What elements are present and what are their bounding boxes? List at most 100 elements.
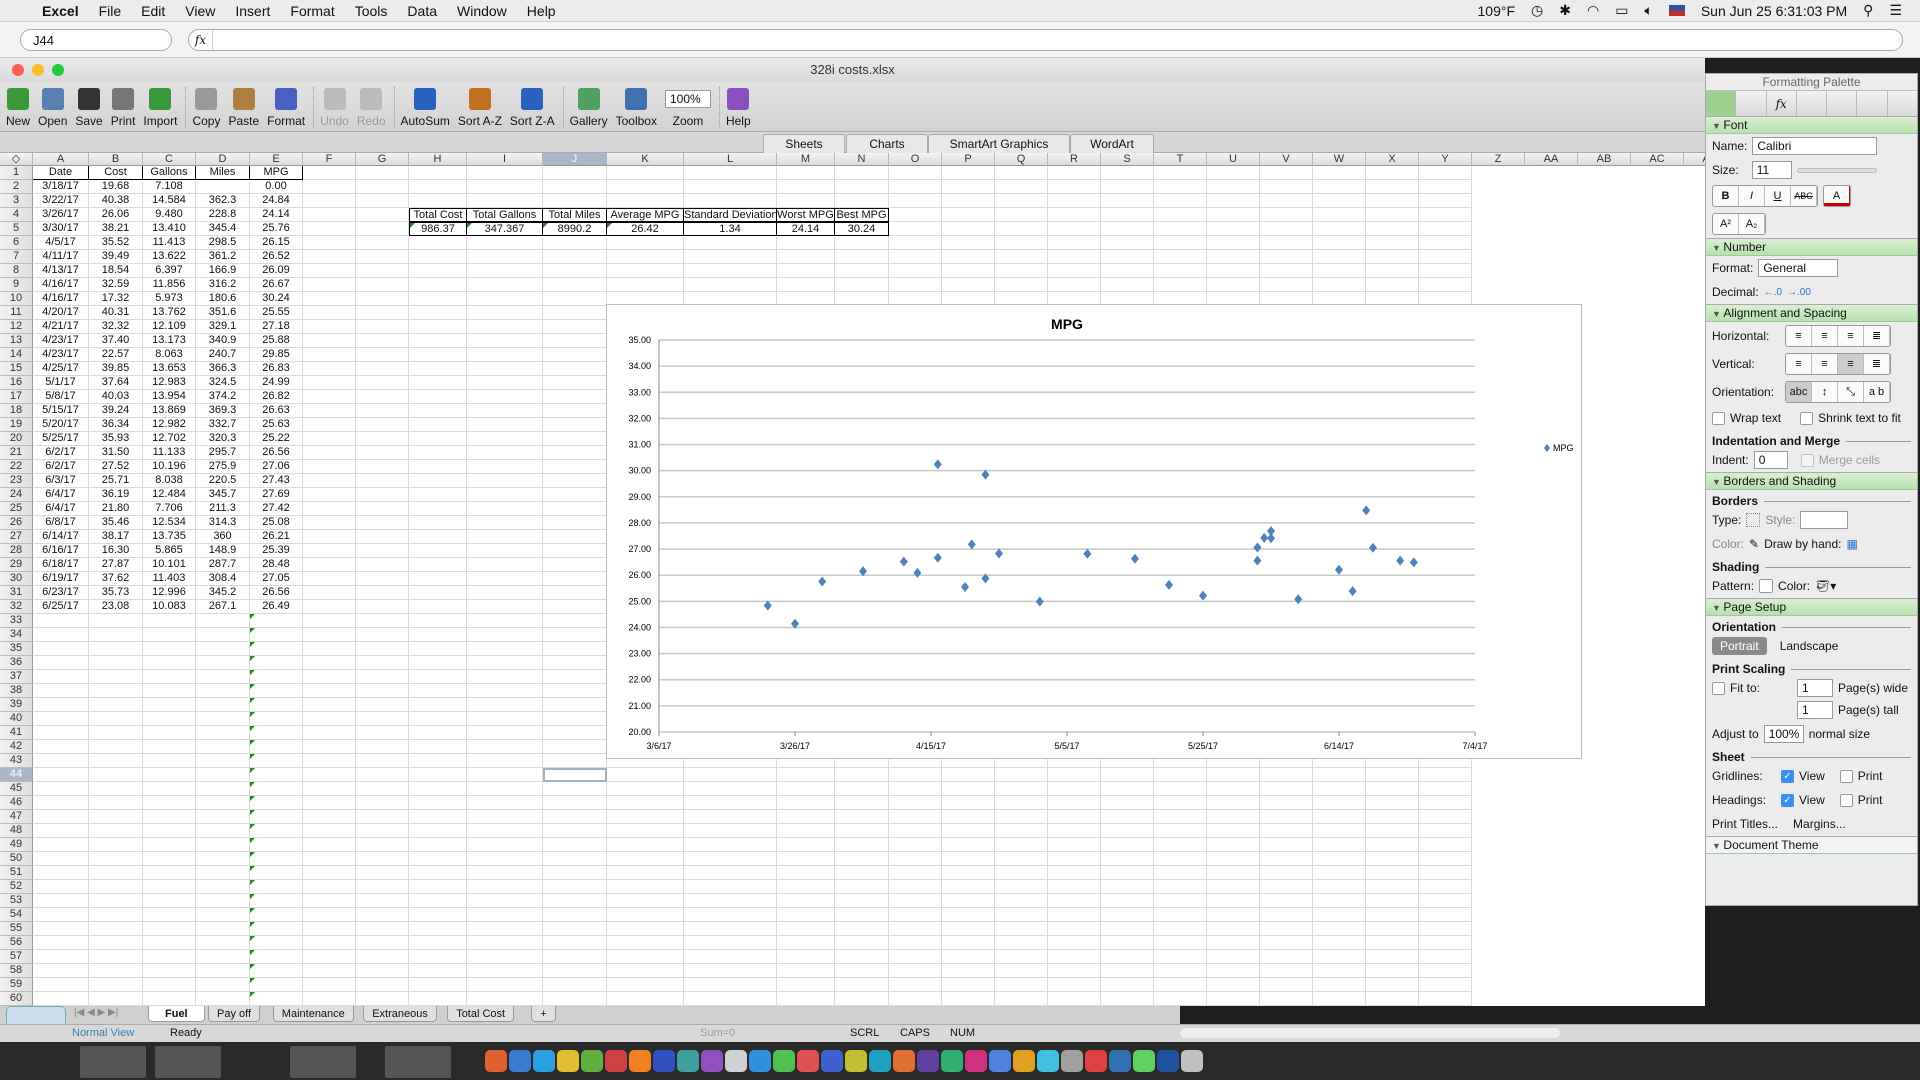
zoom-button[interactable]: 100% Zoom [664, 90, 711, 131]
print-titles-button[interactable]: Print Titles... [1712, 817, 1778, 831]
row-header[interactable]: 29 [0, 558, 33, 572]
open-button[interactable]: Open [38, 88, 67, 131]
cell[interactable] [250, 726, 303, 740]
cell[interactable] [303, 894, 356, 908]
cell[interactable] [303, 922, 356, 936]
cell[interactable] [1419, 250, 1472, 264]
dock-app-icon[interactable] [677, 1050, 699, 1072]
row-header[interactable]: 19 [0, 418, 33, 432]
cell[interactable] [543, 390, 607, 404]
cell[interactable] [89, 992, 143, 1006]
cell[interactable]: 6/16/17 [33, 544, 89, 558]
cell[interactable] [356, 712, 409, 726]
cell[interactable] [409, 166, 467, 180]
page-setup-section-header[interactable]: Page Setup [1706, 598, 1917, 616]
menu-data[interactable]: Data [397, 3, 447, 19]
cell[interactable] [1366, 208, 1419, 222]
cell[interactable] [467, 264, 543, 278]
row-header[interactable]: 50 [0, 852, 33, 866]
cell[interactable] [1260, 922, 1313, 936]
cell[interactable] [1260, 264, 1313, 278]
cell[interactable] [303, 180, 356, 194]
cell[interactable] [889, 866, 942, 880]
cell[interactable] [835, 908, 889, 922]
cell[interactable] [89, 782, 143, 796]
cell[interactable] [33, 740, 89, 754]
data-point[interactable] [995, 548, 1003, 559]
cell[interactable]: 36.34 [89, 418, 143, 432]
cell[interactable] [356, 908, 409, 922]
cell[interactable] [1260, 250, 1313, 264]
cell[interactable] [250, 992, 303, 1006]
row-header[interactable]: 39 [0, 698, 33, 712]
cell[interactable] [777, 278, 835, 292]
cell[interactable]: 4/16/17 [33, 278, 89, 292]
column-header-E[interactable]: E [250, 153, 303, 166]
data-point[interactable] [1369, 542, 1377, 553]
cell[interactable] [1313, 222, 1366, 236]
row-header[interactable]: 30 [0, 572, 33, 586]
data-point[interactable] [1131, 553, 1139, 564]
cell[interactable] [777, 908, 835, 922]
cell[interactable] [89, 852, 143, 866]
dock-app-icon[interactable] [557, 1050, 579, 1072]
cell[interactable] [33, 698, 89, 712]
cell[interactable] [889, 222, 942, 236]
cell[interactable]: 11.133 [143, 446, 196, 460]
cell[interactable] [196, 614, 250, 628]
cell[interactable] [607, 264, 684, 278]
column-title[interactable]: Gallons [143, 166, 196, 180]
cell[interactable] [543, 530, 607, 544]
cell[interactable]: 5/20/17 [33, 418, 89, 432]
cell[interactable] [409, 432, 467, 446]
cell[interactable]: 26.49 [250, 600, 303, 614]
cell[interactable] [33, 796, 89, 810]
cell[interactable] [409, 656, 467, 670]
cell[interactable] [467, 740, 543, 754]
cell[interactable] [33, 824, 89, 838]
align-bottom-icon[interactable]: ≡ [1838, 354, 1864, 374]
cell[interactable] [543, 264, 607, 278]
row-header[interactable]: 46 [0, 796, 33, 810]
cell[interactable] [995, 166, 1048, 180]
cell[interactable] [889, 264, 942, 278]
cell[interactable] [1313, 866, 1366, 880]
cell[interactable]: 25.88 [250, 334, 303, 348]
cell[interactable] [1419, 894, 1472, 908]
dock-app-icon[interactable] [1085, 1050, 1107, 1072]
cell[interactable] [356, 628, 409, 642]
cell[interactable] [1366, 194, 1419, 208]
cell[interactable] [543, 908, 607, 922]
dock-app-icon[interactable] [629, 1050, 651, 1072]
cell[interactable] [1207, 236, 1260, 250]
cell[interactable] [196, 698, 250, 712]
cell[interactable] [543, 726, 607, 740]
cell[interactable] [250, 852, 303, 866]
tools-wrench-icon[interactable] [1857, 91, 1888, 116]
cell[interactable] [1366, 922, 1419, 936]
bluetooth-icon[interactable]: ✱ [1559, 2, 1571, 19]
cell[interactable] [543, 894, 607, 908]
cell[interactable] [409, 754, 467, 768]
row-header[interactable]: 52 [0, 880, 33, 894]
cell[interactable] [1260, 180, 1313, 194]
wifi-icon[interactable]: ◠ [1587, 2, 1599, 19]
cell[interactable] [684, 978, 777, 992]
cell[interactable] [684, 810, 777, 824]
cell[interactable] [196, 180, 250, 194]
cell[interactable] [1260, 950, 1313, 964]
cell[interactable] [1260, 208, 1313, 222]
column-header-C[interactable]: C [143, 153, 196, 166]
cell[interactable] [250, 922, 303, 936]
cell[interactable] [684, 166, 777, 180]
orient-angled-icon[interactable]: ⤡ [1838, 382, 1864, 402]
cell[interactable] [543, 460, 607, 474]
cell[interactable] [684, 796, 777, 810]
cell[interactable] [356, 236, 409, 250]
dock-app-icon[interactable] [1013, 1050, 1035, 1072]
cell[interactable] [543, 684, 607, 698]
column-header-K[interactable]: K [607, 153, 684, 166]
cell[interactable] [303, 362, 356, 376]
cell[interactable]: 3/30/17 [33, 222, 89, 236]
cell[interactable] [467, 460, 543, 474]
